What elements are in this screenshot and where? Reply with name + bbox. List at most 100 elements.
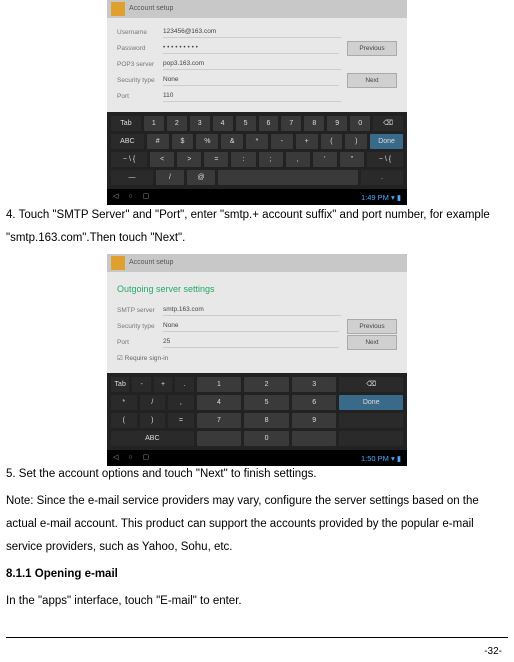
- key[interactable]: 7: [197, 413, 242, 428]
- status-time: 1:49 PM ▾ ▮: [361, 190, 401, 205]
- key[interactable]: ): [140, 413, 166, 428]
- key[interactable]: Done: [339, 395, 403, 410]
- key[interactable]: <: [150, 152, 174, 167]
- key[interactable]: *: [246, 134, 268, 149]
- key[interactable]: +: [296, 134, 318, 149]
- key[interactable]: ⌫: [373, 116, 403, 131]
- key[interactable]: (: [321, 134, 343, 149]
- key[interactable]: [339, 413, 403, 428]
- key[interactable]: :: [231, 152, 255, 167]
- label-security: Security type: [117, 320, 163, 333]
- key[interactable]: 0: [350, 116, 370, 131]
- key-period[interactable]: .: [361, 170, 403, 185]
- key[interactable]: 3: [292, 377, 337, 392]
- key[interactable]: 5: [236, 116, 256, 131]
- screenshot-outgoing-settings: Account setup Outgoing server settings S…: [107, 254, 407, 459]
- key[interactable]: -: [132, 377, 150, 392]
- key[interactable]: (: [111, 413, 137, 428]
- key[interactable]: =: [168, 413, 194, 428]
- key[interactable]: ,: [168, 395, 194, 410]
- app-icon: [111, 2, 125, 16]
- key[interactable]: ): [345, 134, 367, 149]
- key-slash[interactable]: /: [156, 170, 184, 185]
- label-port: Port: [117, 336, 163, 349]
- nav-recent-icon[interactable]: ▢: [143, 190, 150, 204]
- key[interactable]: .: [175, 377, 193, 392]
- key[interactable]: ABC: [111, 431, 194, 446]
- key[interactable]: ABC: [111, 134, 144, 149]
- keyboard[interactable]: Tab1234567890⌫ ABC#$%&*-+()Done ~ \ {<>=…: [107, 112, 407, 189]
- key[interactable]: ': [313, 152, 337, 167]
- key[interactable]: Done: [370, 134, 403, 149]
- field-pop3[interactable]: pop3.163.com: [163, 58, 341, 70]
- screenshot-incoming-settings: Account setup Username123456@163.com Pas…: [107, 0, 407, 200]
- key[interactable]: 6: [259, 116, 279, 131]
- key[interactable]: 8: [304, 116, 324, 131]
- numeric-keyboard[interactable]: Tab-+. */, ()= ABC 123 456 7890 ⌫ Done: [107, 373, 407, 450]
- app-icon: [111, 256, 125, 270]
- key[interactable]: 9: [327, 116, 347, 131]
- key-at[interactable]: @: [187, 170, 215, 185]
- actionbar-title: Account setup: [129, 256, 407, 270]
- key[interactable]: 8: [244, 413, 289, 428]
- key[interactable]: Tab: [111, 116, 141, 131]
- key[interactable]: &: [221, 134, 243, 149]
- key[interactable]: #: [147, 134, 169, 149]
- key[interactable]: ,: [286, 152, 310, 167]
- key[interactable]: 2: [244, 377, 289, 392]
- nav-recent-icon[interactable]: ▢: [143, 451, 150, 465]
- key[interactable]: ;: [259, 152, 283, 167]
- nav-home-icon[interactable]: ○: [128, 451, 132, 465]
- label-username: Username: [117, 26, 163, 39]
- key[interactable]: ": [340, 152, 364, 167]
- field-security[interactable]: None: [163, 74, 339, 86]
- key[interactable]: 1: [144, 116, 164, 131]
- key-space[interactable]: [218, 170, 358, 185]
- key[interactable]: 4: [197, 395, 242, 410]
- require-signin-checkbox[interactable]: Require sign-in: [117, 350, 397, 365]
- key[interactable]: Tab: [111, 377, 129, 392]
- key[interactable]: 1: [197, 377, 242, 392]
- key[interactable]: 9: [292, 413, 337, 428]
- field-smtp[interactable]: smtp.163.com: [163, 304, 341, 316]
- key[interactable]: /: [140, 395, 166, 410]
- field-security[interactable]: None: [163, 320, 339, 332]
- key[interactable]: 5: [244, 395, 289, 410]
- nav-back-icon[interactable]: ◁: [113, 190, 118, 204]
- field-port[interactable]: 110: [163, 90, 341, 102]
- page-number: -32-: [6, 637, 508, 662]
- key[interactable]: 0: [244, 431, 289, 446]
- key[interactable]: ~ \ {: [111, 152, 147, 167]
- key[interactable]: [292, 431, 337, 446]
- key[interactable]: [339, 431, 403, 446]
- key-mode[interactable]: —: [111, 170, 153, 185]
- key[interactable]: 4: [213, 116, 233, 131]
- key[interactable]: ~ \ {: [367, 152, 403, 167]
- key[interactable]: -: [271, 134, 293, 149]
- field-username[interactable]: 123456@163.com: [163, 26, 341, 38]
- key[interactable]: $: [172, 134, 194, 149]
- field-port[interactable]: 25: [163, 336, 339, 348]
- key[interactable]: 3: [190, 116, 210, 131]
- nav-home-icon[interactable]: ○: [128, 190, 132, 204]
- status-time: 1:50 PM ▾ ▮: [361, 451, 401, 466]
- note-text: Note: Since the e-mail service providers…: [6, 490, 508, 559]
- next-button[interactable]: Next: [347, 335, 397, 350]
- key[interactable]: >: [177, 152, 201, 167]
- key[interactable]: 6: [292, 395, 337, 410]
- key[interactable]: +: [154, 377, 172, 392]
- field-password[interactable]: • • • • • • • • •: [163, 42, 339, 54]
- previous-button[interactable]: Previous: [347, 319, 397, 334]
- label-smtp: SMTP server: [117, 304, 163, 317]
- key[interactable]: =: [204, 152, 228, 167]
- actionbar-title: Account setup: [129, 2, 407, 16]
- key[interactable]: ⌫: [339, 377, 403, 392]
- next-button[interactable]: Next: [347, 73, 397, 88]
- previous-button[interactable]: Previous: [347, 41, 397, 56]
- nav-back-icon[interactable]: ◁: [113, 451, 118, 465]
- key[interactable]: [197, 431, 242, 446]
- key[interactable]: %: [196, 134, 218, 149]
- key[interactable]: *: [111, 395, 137, 410]
- key[interactable]: 2: [167, 116, 187, 131]
- key[interactable]: 7: [281, 116, 301, 131]
